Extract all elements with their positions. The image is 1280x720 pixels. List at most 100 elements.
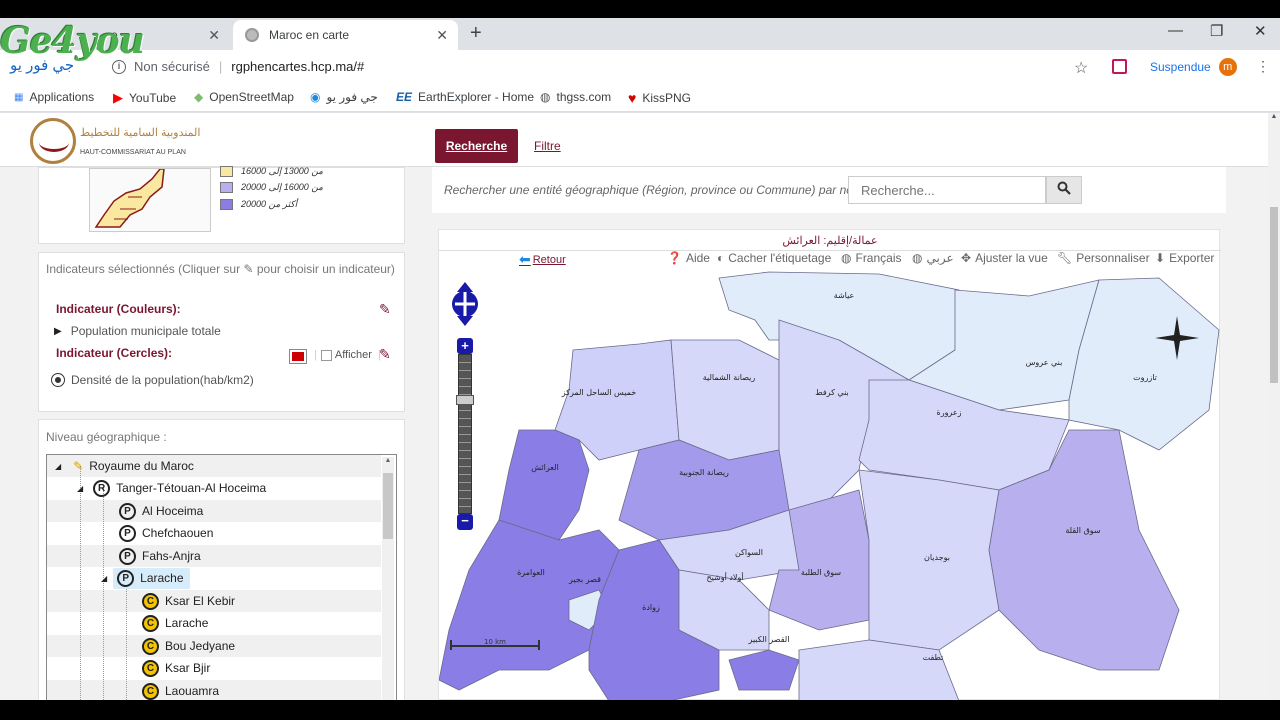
color-swatch-button[interactable]	[289, 349, 307, 364]
region-rissana-nord[interactable]	[670, 339, 780, 461]
page-scroll-thumb[interactable]	[1270, 207, 1278, 383]
globe-icon: ◉	[310, 90, 321, 104]
commune-badge-icon: C	[142, 592, 159, 610]
zoom-in-button[interactable]: +	[457, 338, 473, 354]
edit-pencil-icon[interactable]: ✎	[379, 346, 391, 363]
tree-scroll-thumb[interactable]	[383, 473, 393, 539]
indicator-colors-label: Indicateur (Couleurs):	[56, 302, 181, 316]
scroll-up-icon[interactable]: ▲	[1268, 113, 1280, 120]
collapse-icon[interactable]: ◢	[55, 462, 61, 471]
cacher-etiquetage-button[interactable]: ◐ Cacher l'étiquetage	[717, 251, 831, 265]
search-input[interactable]	[848, 176, 1046, 204]
tree-item[interactable]: ◢ R Tanger-Tétouan-Al Hoceima	[77, 477, 266, 499]
bookmark-openstreetmap[interactable]: ◆ OpenStreetMap	[194, 90, 294, 104]
francais-button[interactable]: ◍ Français	[841, 251, 902, 265]
personnaliser-button[interactable]: 🔧︎ Personnaliser	[1057, 251, 1150, 265]
choropleth-map[interactable]: عياشة بني عروس تازروت خميس الساحل المركز…	[439, 270, 1221, 700]
commune-badge-icon: C	[142, 614, 159, 632]
close-window-icon[interactable]: ✕	[1254, 22, 1267, 40]
close-icon[interactable]: ✕	[208, 27, 220, 44]
edit-pencil-icon[interactable]: ✎	[379, 301, 391, 318]
retour-link[interactable]: ⬅ Retour	[519, 251, 566, 268]
more-menu-icon[interactable]: ⋮	[1256, 58, 1270, 75]
minimize-icon[interactable]: —	[1168, 22, 1183, 39]
wrench-icon: 🔧︎	[1057, 251, 1073, 265]
map-label: القصر الكبير	[748, 635, 790, 644]
tree-item-selected[interactable]: ◢ P Larache	[101, 567, 190, 589]
move-icon: ✥	[961, 251, 972, 265]
exporter-button[interactable]: ⬇ Exporter	[1155, 251, 1214, 265]
extension-icon[interactable]	[1112, 59, 1127, 74]
recherche-button[interactable]: Recherche	[435, 129, 518, 163]
map-label: تطفت	[923, 653, 944, 662]
profile-button[interactable]: Suspendue m	[1150, 55, 1237, 79]
tree-item[interactable]: C Laouamra	[142, 680, 219, 700]
tree-item-label: Laouamra	[165, 684, 220, 698]
tree-item-label: Royaume du Maroc	[89, 459, 194, 473]
collapse-icon[interactable]: ◢	[101, 574, 107, 583]
page-scrollbar[interactable]: ▲	[1268, 113, 1280, 700]
tree-item[interactable]: P Al Hoceima	[119, 500, 203, 522]
tree-item[interactable]: ◢ ✎ Royaume du Maroc	[55, 455, 194, 477]
filtre-link[interactable]: Filtre	[534, 139, 561, 153]
youtube-icon: ▶	[113, 90, 123, 105]
tree-item[interactable]: C Bou Jedyane	[142, 635, 235, 657]
legend-label: من 16000 إلى 20000	[241, 182, 323, 192]
watermark-logo: Ge4you جي فور يو	[0, 20, 145, 90]
tree-item[interactable]: P Fahs-Anjra	[119, 545, 201, 567]
legend-row: من 13000 إلى 16000	[220, 166, 323, 177]
map-panel: عمالة/إقليم: العرائش ⬅ Retour ❓ Aide ◐ Cac…	[438, 229, 1221, 700]
pan-arrows-icon	[452, 282, 478, 326]
map-label: السواكن	[735, 548, 763, 557]
scroll-up-icon[interactable]: ▲	[382, 457, 394, 464]
indicator-circles-value[interactable]: Densité de la population(hab/km2)	[51, 373, 254, 387]
bookmark-label: Applications	[29, 90, 95, 104]
bookmark-label: KissPNG	[642, 91, 691, 105]
collapse-icon[interactable]: ◢	[77, 484, 83, 493]
url-text[interactable]: rgphencartes.hcp.ma/#	[231, 59, 364, 74]
bookmark-kisspng[interactable]: ♥ KissPNG	[628, 90, 691, 106]
tool-label: Aide	[685, 251, 710, 265]
afficher-toggle[interactable]: | Afficher |	[314, 349, 381, 361]
tree-item[interactable]: C Larache	[142, 612, 208, 634]
afficher-checkbox[interactable]	[320, 349, 332, 361]
pan-control[interactable]	[449, 280, 481, 328]
hcp-logo[interactable]: المندوبية السامية للتخطيط HAUT-COMMISSAR…	[30, 118, 200, 164]
close-icon[interactable]: ✕	[436, 27, 448, 44]
circle-target-icon	[51, 373, 65, 387]
bookmark-ge4you[interactable]: ◉ جي فور يو	[310, 90, 378, 104]
tree-line	[103, 488, 104, 700]
zoom-handle[interactable]	[456, 395, 474, 405]
bookmark-thgss[interactable]: ◍ thgss.com	[540, 90, 611, 104]
pencil-icon: ✎	[73, 459, 84, 473]
zoom-out-button[interactable]: −	[457, 514, 473, 530]
new-tab-button[interactable]: +	[470, 22, 482, 45]
region-ksar-kebir[interactable]	[728, 649, 800, 691]
map-title: عمالة/إقليم: العرائش	[439, 234, 1221, 251]
restore-icon[interactable]: ❐	[1210, 22, 1223, 40]
zoom-track[interactable]	[456, 354, 474, 514]
arabe-button[interactable]: ◍ عربي	[912, 251, 954, 265]
aide-button[interactable]: ❓ Aide	[667, 251, 710, 265]
tab-active-title: Maroc en carte	[269, 28, 350, 42]
tab-active[interactable]: Maroc en carte ✕	[233, 20, 458, 50]
security-label: Non sécurisé	[134, 59, 210, 74]
legend-row: من 16000 إلى 20000	[220, 182, 323, 193]
search-button[interactable]	[1046, 176, 1082, 204]
geo-tree: ◢ ✎ Royaume du Maroc ◢ R Tanger-Tétouan-…	[46, 454, 397, 700]
region-larache[interactable]	[498, 429, 590, 541]
bookmark-youtube[interactable]: ▶ YouTube	[113, 90, 176, 106]
tree-item[interactable]: P Chefchaouen	[119, 522, 213, 544]
bookmark-star-icon[interactable]: ☆	[1074, 58, 1088, 78]
tree-item[interactable]: C Ksar Bjir	[142, 657, 210, 679]
bookmark-apps[interactable]: ▦ Applications	[14, 90, 94, 104]
tree-item[interactable]: C Ksar El Kebir	[142, 590, 235, 612]
bookmark-earthexplorer[interactable]: EE EarthExplorer - Home	[396, 90, 534, 104]
zoom-slider[interactable]: + −	[456, 338, 474, 530]
ajuster-vue-button[interactable]: ✥ Ajuster la vue	[961, 251, 1048, 265]
indicator-colors-value[interactable]: ▶ Population municipale totale	[54, 324, 221, 338]
expand-triangle-icon[interactable]: ▶	[54, 326, 62, 337]
tree-line	[126, 578, 127, 700]
hcp-emblem-icon	[30, 118, 76, 164]
tree-item-label: Fahs-Anjra	[142, 549, 201, 563]
